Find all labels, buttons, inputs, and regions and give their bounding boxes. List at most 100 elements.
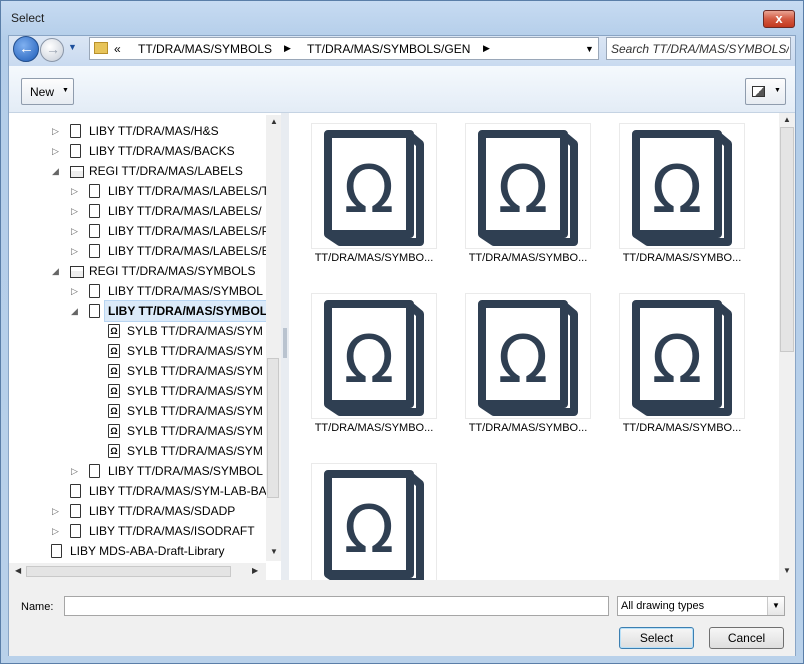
file-tile[interactable]: Ω TT/DRA/MAS/SYMBO... [453,285,591,435]
tree-item-label: LIBY TT/DRA/MAS/ISODRAFT [89,524,255,538]
liby-icon [70,484,81,498]
expand-icon[interactable]: ▷ [52,521,59,541]
tree-vertical-scrollbar[interactable]: ▲ ▼ [266,115,281,561]
dialog-body: ← → ▼ « TT/DRA/MAS/SYMBOLS ▶ TT/DRA/MAS/… [8,35,796,656]
tree-item[interactable]: Ω SYLB TT/DRA/MAS/SYM [9,441,266,461]
file-tile[interactable]: Ω [299,455,437,580]
close-button[interactable]: x [763,10,795,28]
tree-item[interactable]: Ω SYLB TT/DRA/MAS/SYM [9,381,266,401]
select-button[interactable]: Select [619,627,694,649]
tree-item[interactable]: Ω SYLB TT/DRA/MAS/SYM [9,321,266,341]
scroll-down-icon[interactable]: ▼ [270,547,278,556]
scroll-up-icon[interactable]: ▲ [783,115,791,124]
expand-icon[interactable]: ▷ [71,201,78,221]
file-list[interactable]: Ω TT/DRA/MAS/SYMBO... Ω TT/DRA/MAS/SYMBO...… [289,113,779,580]
tree-item[interactable]: ▷ LIBY TT/DRA/MAS/SDADP [9,501,266,521]
expand-icon[interactable]: ▷ [71,281,78,301]
expand-icon[interactable]: ▷ [71,221,78,241]
expand-icon[interactable]: ▷ [52,141,59,161]
scroll-up-icon[interactable]: ▲ [270,117,278,126]
breadcrumb-overflow[interactable]: « [114,42,121,56]
tree-item[interactable]: ◢ REGI TT/DRA/MAS/SYMBOLS [9,261,266,281]
file-tile[interactable]: Ω TT/DRA/MAS/SYMBO... [607,115,745,265]
liby-icon [89,244,100,258]
tree-item[interactable]: Ω SYLB TT/DRA/MAS/SYM [9,401,266,421]
toolbar: New ▼ ▼ [9,66,795,113]
scroll-thumb[interactable] [267,358,279,498]
file-type-value: All drawing types [621,600,705,612]
expand-icon[interactable]: ▷ [71,181,78,201]
tree-item[interactable]: ▷ LIBY TT/DRA/MAS/SYMBOL [9,281,266,301]
regi-icon [70,166,84,178]
pane-splitter[interactable] [281,113,289,580]
tree-item-label: LIBY TT/DRA/MAS/BACKS [89,144,235,158]
breadcrumb-gen[interactable]: TT/DRA/MAS/SYMBOLS/GEN [307,42,470,56]
scroll-thumb[interactable] [780,127,794,352]
tree-item[interactable]: ▷ LIBY TT/DRA/MAS/ISODRAFT [9,521,266,541]
name-input[interactable] [64,596,609,616]
new-button-label: New [30,85,55,99]
files-vertical-scrollbar[interactable]: ▲ ▼ [779,113,795,580]
cancel-button[interactable]: Cancel [709,627,784,649]
symbol-library-icon: Ω [465,123,591,249]
breadcrumb-separator-icon[interactable]: ▶ [284,43,291,54]
scroll-left-icon[interactable]: ◀ [15,566,21,575]
tree-item[interactable]: ▷ LIBY TT/DRA/MAS/LABELS/E [9,241,270,261]
expand-icon[interactable]: ▷ [52,501,59,521]
tree-item[interactable]: ◢ REGI TT/DRA/MAS/LABELS [9,161,266,181]
chevron-down-icon[interactable]: ▼ [767,597,784,615]
file-tile[interactable]: Ω TT/DRA/MAS/SYMBO... [607,285,745,435]
splitter-grip[interactable] [283,328,287,358]
name-label: Name: [21,601,54,613]
sylb-icon: Ω [108,324,120,338]
tree-item[interactable]: ◢ LIBY TT/DRA/MAS/SYMBOL [9,300,272,322]
tree-item[interactable]: LIBY MDS-ABA-Draft-Library [9,541,266,561]
view-options-button[interactable]: ▼ [745,78,786,105]
navigation-bar: ← → ▼ « TT/DRA/MAS/SYMBOLS ▶ TT/DRA/MAS/… [9,36,795,66]
tree-item-label: SYLB TT/DRA/MAS/SYM [127,404,263,418]
file-tile[interactable]: Ω TT/DRA/MAS/SYMBO... [299,115,437,265]
file-tile[interactable]: Ω TT/DRA/MAS/SYMBO... [453,115,591,265]
tree-item[interactable]: LIBY TT/DRA/MAS/SYM-LAB-BA [9,481,267,501]
collapse-icon[interactable]: ◢ [52,161,59,181]
back-button[interactable]: ← [13,36,39,62]
tree-item[interactable]: Ω SYLB TT/DRA/MAS/SYM [9,421,266,441]
tree-horizontal-scrollbar[interactable]: ◀ ▶ [9,563,266,580]
liby-icon [70,124,81,138]
tree-item-label: LIBY MDS-ABA-Draft-Library [70,544,225,558]
title-bar[interactable]: Select x [1,1,803,35]
address-dropdown-icon[interactable]: ▼ [585,44,594,54]
search-input[interactable]: Search TT/DRA/MAS/SYMBOLS/GEN [611,42,789,56]
close-icon: x [775,11,783,26]
tree-item[interactable]: ▷ LIBY TT/DRA/MAS/BACKS [9,141,266,161]
file-tile[interactable]: Ω TT/DRA/MAS/SYMBO... [299,285,437,435]
tree-item[interactable]: ▷ LIBY TT/DRA/MAS/H&S [9,121,266,141]
expand-icon[interactable]: ▷ [71,461,78,481]
sylb-icon: Ω [108,424,120,438]
liby-icon [89,224,100,238]
tree-item[interactable]: Ω SYLB TT/DRA/MAS/SYM [9,341,266,361]
address-bar[interactable]: « TT/DRA/MAS/SYMBOLS ▶ TT/DRA/MAS/SYMBOL… [89,37,599,60]
new-button[interactable]: New ▼ [21,78,74,105]
tree-item[interactable]: ▷ LIBY TT/DRA/MAS/LABELS/P [9,221,270,241]
file-type-select[interactable]: All drawing types ▼ [617,596,785,616]
search-box[interactable]: Search TT/DRA/MAS/SYMBOLS/GEN [606,37,791,60]
expand-icon[interactable]: ▷ [71,241,78,261]
tree-item[interactable]: Ω SYLB TT/DRA/MAS/SYM [9,361,266,381]
expand-icon[interactable]: ▷ [52,121,59,141]
forward-button[interactable]: → [40,38,64,62]
folder-tree[interactable]: ▷ LIBY TT/DRA/MAS/H&S ▷ LIBY TT/DRA/MAS/BAC… [9,113,282,580]
scroll-down-icon[interactable]: ▼ [783,566,791,575]
scroll-thumb[interactable] [26,566,231,577]
tree-item[interactable]: ▷ LIBY TT/DRA/MAS/SYMBOL [9,461,266,481]
breadcrumb-symbols[interactable]: TT/DRA/MAS/SYMBOLS [138,42,272,56]
scroll-right-icon[interactable]: ▶ [252,566,258,575]
collapse-icon[interactable]: ◢ [71,301,78,321]
liby-icon [89,304,100,318]
breadcrumb-separator-icon[interactable]: ▶ [483,43,490,54]
recent-pages-dropdown-icon[interactable]: ▼ [68,42,77,52]
back-arrow-icon: ← [19,40,34,57]
collapse-icon[interactable]: ◢ [52,261,59,281]
tree-item[interactable]: ▷ LIBY TT/DRA/MAS/LABELS/ [9,201,266,221]
tree-item[interactable]: ▷ LIBY TT/DRA/MAS/LABELS/T [9,181,269,201]
